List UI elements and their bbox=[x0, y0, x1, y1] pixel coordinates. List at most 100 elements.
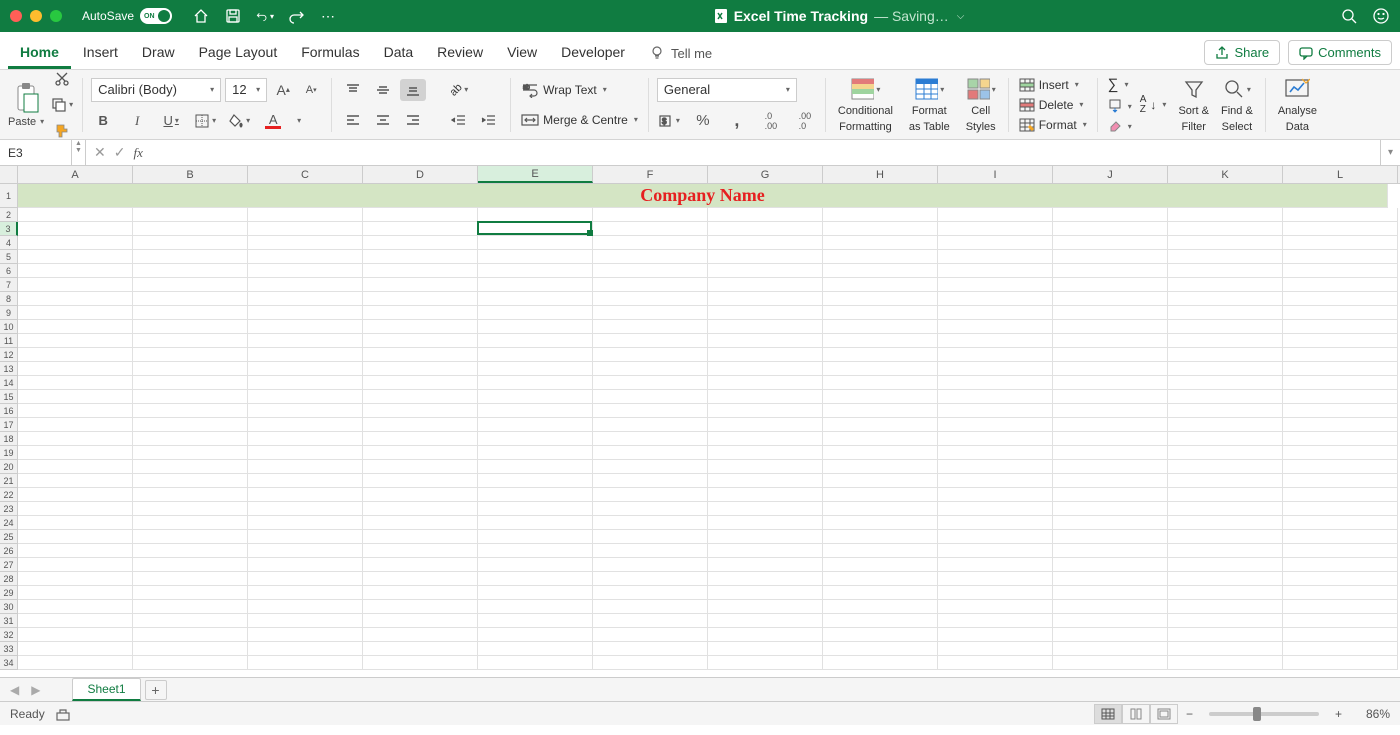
cell-C19[interactable] bbox=[248, 446, 363, 460]
cell-L31[interactable] bbox=[1283, 614, 1398, 628]
cell-K25[interactable] bbox=[1168, 530, 1283, 544]
cell-D26[interactable] bbox=[363, 544, 478, 558]
cell-F17[interactable] bbox=[593, 418, 708, 432]
row-header-1[interactable]: 1 bbox=[0, 184, 18, 208]
add-sheet-button[interactable]: + bbox=[145, 680, 167, 700]
cell-A22[interactable] bbox=[18, 488, 133, 502]
cell-F28[interactable] bbox=[593, 572, 708, 586]
cell-H27[interactable] bbox=[823, 558, 938, 572]
cell-H23[interactable] bbox=[823, 502, 938, 516]
cell-H22[interactable] bbox=[823, 488, 938, 502]
cell-F6[interactable] bbox=[593, 264, 708, 278]
cell-L34[interactable] bbox=[1283, 656, 1398, 670]
cell-J2[interactable] bbox=[1053, 208, 1168, 222]
row-header-7[interactable]: 7 bbox=[0, 278, 18, 292]
cell-F24[interactable] bbox=[593, 516, 708, 530]
increase-font-button[interactable]: A▴ bbox=[271, 79, 295, 101]
row-header-30[interactable]: 30 bbox=[0, 600, 18, 614]
cell-D33[interactable] bbox=[363, 642, 478, 656]
cell-D32[interactable] bbox=[363, 628, 478, 642]
format-painter-button[interactable] bbox=[50, 120, 74, 141]
cell-I6[interactable] bbox=[938, 264, 1053, 278]
column-header-I[interactable]: I bbox=[938, 166, 1053, 183]
cell-D24[interactable] bbox=[363, 516, 478, 530]
redo-icon[interactable] bbox=[288, 7, 306, 25]
cell-K16[interactable] bbox=[1168, 404, 1283, 418]
cell-B29[interactable] bbox=[133, 586, 248, 600]
cell-E24[interactable] bbox=[478, 516, 593, 530]
row-header-26[interactable]: 26 bbox=[0, 544, 18, 558]
cell-K5[interactable] bbox=[1168, 250, 1283, 264]
spreadsheet-grid[interactable]: ABCDEFGHIJKL 123456789101112131415161718… bbox=[0, 166, 1400, 677]
cell-I17[interactable] bbox=[938, 418, 1053, 432]
cell-B14[interactable] bbox=[133, 376, 248, 390]
cell-A30[interactable] bbox=[18, 600, 133, 614]
cell-J30[interactable] bbox=[1053, 600, 1168, 614]
column-header-D[interactable]: D bbox=[363, 166, 478, 183]
format-as-table-button[interactable]: ▾ Formatas Table bbox=[905, 73, 954, 135]
search-icon[interactable] bbox=[1340, 7, 1358, 25]
cell-I28[interactable] bbox=[938, 572, 1053, 586]
cell-F21[interactable] bbox=[593, 474, 708, 488]
page-break-view-button[interactable] bbox=[1150, 704, 1178, 724]
clear-button[interactable]: ▾ bbox=[1106, 117, 1134, 135]
accept-formula-button[interactable]: ✓ bbox=[114, 144, 126, 161]
tab-page-layout[interactable]: Page Layout bbox=[187, 36, 290, 69]
merge-centre-button[interactable]: Merge & Centre▾ bbox=[519, 110, 640, 130]
cell-B12[interactable] bbox=[133, 348, 248, 362]
cell-I23[interactable] bbox=[938, 502, 1053, 516]
cell-L6[interactable] bbox=[1283, 264, 1398, 278]
cell-F18[interactable] bbox=[593, 432, 708, 446]
save-icon[interactable] bbox=[224, 7, 242, 25]
cell-H13[interactable] bbox=[823, 362, 938, 376]
row-header-8[interactable]: 8 bbox=[0, 292, 18, 306]
cell-I3[interactable] bbox=[938, 222, 1053, 236]
cell-A14[interactable] bbox=[18, 376, 133, 390]
cell-D2[interactable] bbox=[363, 208, 478, 222]
cell-C28[interactable] bbox=[248, 572, 363, 586]
cell-E32[interactable] bbox=[478, 628, 593, 642]
tab-view[interactable]: View bbox=[495, 36, 549, 69]
decrease-decimal-button[interactable]: .00.0 bbox=[793, 110, 817, 132]
cell-C18[interactable] bbox=[248, 432, 363, 446]
zoom-level-label[interactable]: 86% bbox=[1350, 707, 1390, 721]
cell-J11[interactable] bbox=[1053, 334, 1168, 348]
cell-K19[interactable] bbox=[1168, 446, 1283, 460]
cell-J23[interactable] bbox=[1053, 502, 1168, 516]
cell-L22[interactable] bbox=[1283, 488, 1398, 502]
cell-D31[interactable] bbox=[363, 614, 478, 628]
cell-A4[interactable] bbox=[18, 236, 133, 250]
document-title[interactable]: Excel Time Tracking — Saving… ⌵ bbox=[338, 8, 1340, 24]
cell-L11[interactable] bbox=[1283, 334, 1398, 348]
bold-button[interactable]: B bbox=[91, 110, 115, 132]
cell-G33[interactable] bbox=[708, 642, 823, 656]
column-header-J[interactable]: J bbox=[1053, 166, 1168, 183]
cell-D30[interactable] bbox=[363, 600, 478, 614]
find-select-button[interactable]: ▾ Find &Select bbox=[1217, 73, 1257, 135]
tab-developer[interactable]: Developer bbox=[549, 36, 637, 69]
cell-E30[interactable] bbox=[478, 600, 593, 614]
cell-E19[interactable] bbox=[478, 446, 593, 460]
cell-E27[interactable] bbox=[478, 558, 593, 572]
cell-merged-header[interactable]: Company Name bbox=[18, 184, 1388, 208]
cell-I19[interactable] bbox=[938, 446, 1053, 460]
tell-me-search[interactable]: Tell me bbox=[637, 37, 724, 69]
cell-H32[interactable] bbox=[823, 628, 938, 642]
cell-L16[interactable] bbox=[1283, 404, 1398, 418]
cell-E34[interactable] bbox=[478, 656, 593, 670]
cell-L19[interactable] bbox=[1283, 446, 1398, 460]
cell-A25[interactable] bbox=[18, 530, 133, 544]
comments-button[interactable]: Comments bbox=[1288, 40, 1392, 65]
align-left-button[interactable] bbox=[340, 109, 366, 131]
cell-E33[interactable] bbox=[478, 642, 593, 656]
cell-C15[interactable] bbox=[248, 390, 363, 404]
cell-D19[interactable] bbox=[363, 446, 478, 460]
column-header-H[interactable]: H bbox=[823, 166, 938, 183]
cell-A34[interactable] bbox=[18, 656, 133, 670]
number-format-select[interactable]: General▾ bbox=[657, 78, 797, 102]
cell-K12[interactable] bbox=[1168, 348, 1283, 362]
cell-E15[interactable] bbox=[478, 390, 593, 404]
cell-J19[interactable] bbox=[1053, 446, 1168, 460]
more-icon[interactable]: ⋯ bbox=[320, 7, 338, 25]
cell-A5[interactable] bbox=[18, 250, 133, 264]
